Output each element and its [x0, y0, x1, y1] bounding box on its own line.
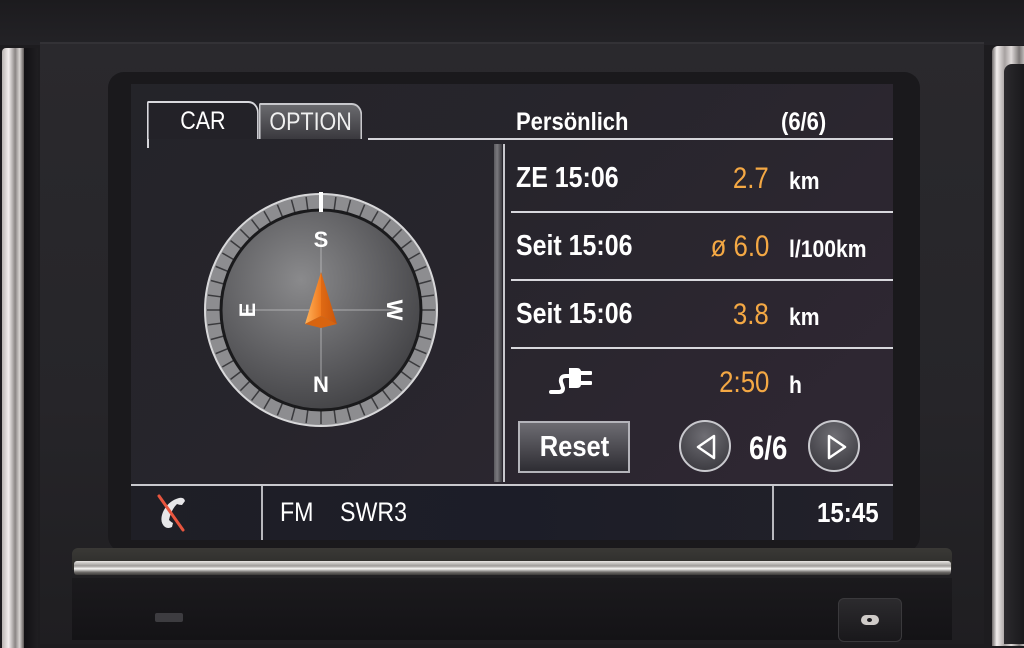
- page-count: (6/6): [781, 108, 827, 136]
- row-unit: km: [789, 168, 820, 195]
- chrome-strip: [74, 561, 951, 575]
- page-indicator: 6/6: [749, 430, 788, 466]
- row-unit: h: [789, 372, 802, 399]
- phone-disconnected-icon[interactable]: [153, 492, 189, 532]
- tab-option[interactable]: OPTION: [259, 103, 363, 139]
- tab-left-edge: [147, 138, 149, 148]
- compass-label-left: E: [235, 303, 260, 318]
- triangle-left-icon: [696, 434, 716, 460]
- triangle-right-icon: [827, 434, 847, 460]
- eject-button[interactable]: [838, 598, 902, 642]
- trip-row-consumption: Seit 15:06 ø 6.0 l/100km: [511, 212, 893, 280]
- row-label: ZE 15:06: [516, 162, 619, 194]
- radio-band[interactable]: FM: [280, 497, 314, 528]
- indicator-led: [155, 613, 183, 622]
- tab-car[interactable]: CAR: [147, 101, 259, 139]
- previous-page-button[interactable]: [679, 420, 731, 472]
- compass-label-bottom: N: [313, 372, 329, 397]
- trip-row-electric-distance: Seit 15:06 3.8 km: [511, 280, 893, 348]
- compass-label-right: W: [382, 300, 407, 321]
- row-label: Seit 15:06: [516, 298, 633, 330]
- infotainment-screen: OPTION CAR Persönlich (6/6) S N E W ZE 1…: [131, 84, 893, 540]
- reset-button-label: Reset: [539, 430, 609, 463]
- radio-station[interactable]: SWR3: [340, 497, 407, 528]
- row-value: 3.8: [733, 298, 769, 331]
- next-page-button[interactable]: [808, 420, 860, 472]
- row-unit: l/100km: [789, 236, 867, 263]
- trip-row-charge-time: 2:50 h: [511, 348, 893, 416]
- trip-row-distance: ZE 15:06 2.7 km: [511, 144, 893, 212]
- clock: 15:45: [817, 497, 879, 528]
- row-unit: km: [789, 304, 820, 331]
- status-separator: [772, 486, 774, 540]
- trim-gap-left: [24, 48, 38, 648]
- compass: S N E W: [203, 192, 439, 428]
- row-value: 2:50: [718, 366, 769, 399]
- status-separator: [261, 486, 263, 540]
- compass-dial: S N E W: [204, 192, 438, 427]
- reset-button[interactable]: Reset: [518, 421, 630, 473]
- chrome-trim-left: [2, 48, 24, 648]
- tab-car-label: CAR: [180, 106, 226, 135]
- tab-option-label: OPTION: [269, 107, 352, 136]
- row-label: Seit 15:06: [516, 230, 633, 262]
- lower-panel: [72, 578, 952, 640]
- ev-plug-icon: [549, 368, 592, 394]
- disc-eject-icon: [861, 615, 879, 625]
- tab-underline: [368, 138, 893, 140]
- row-value: ø 6.0: [710, 230, 769, 263]
- row-value: 2.7: [733, 162, 769, 195]
- compass-label-top: S: [314, 227, 329, 252]
- trim-gap-right: [1004, 64, 1024, 644]
- dashboard-top: [0, 0, 1024, 45]
- panel-divider: [494, 144, 505, 482]
- status-bar: FM SWR3 15:45: [131, 484, 893, 540]
- page-title: Persönlich: [516, 108, 629, 136]
